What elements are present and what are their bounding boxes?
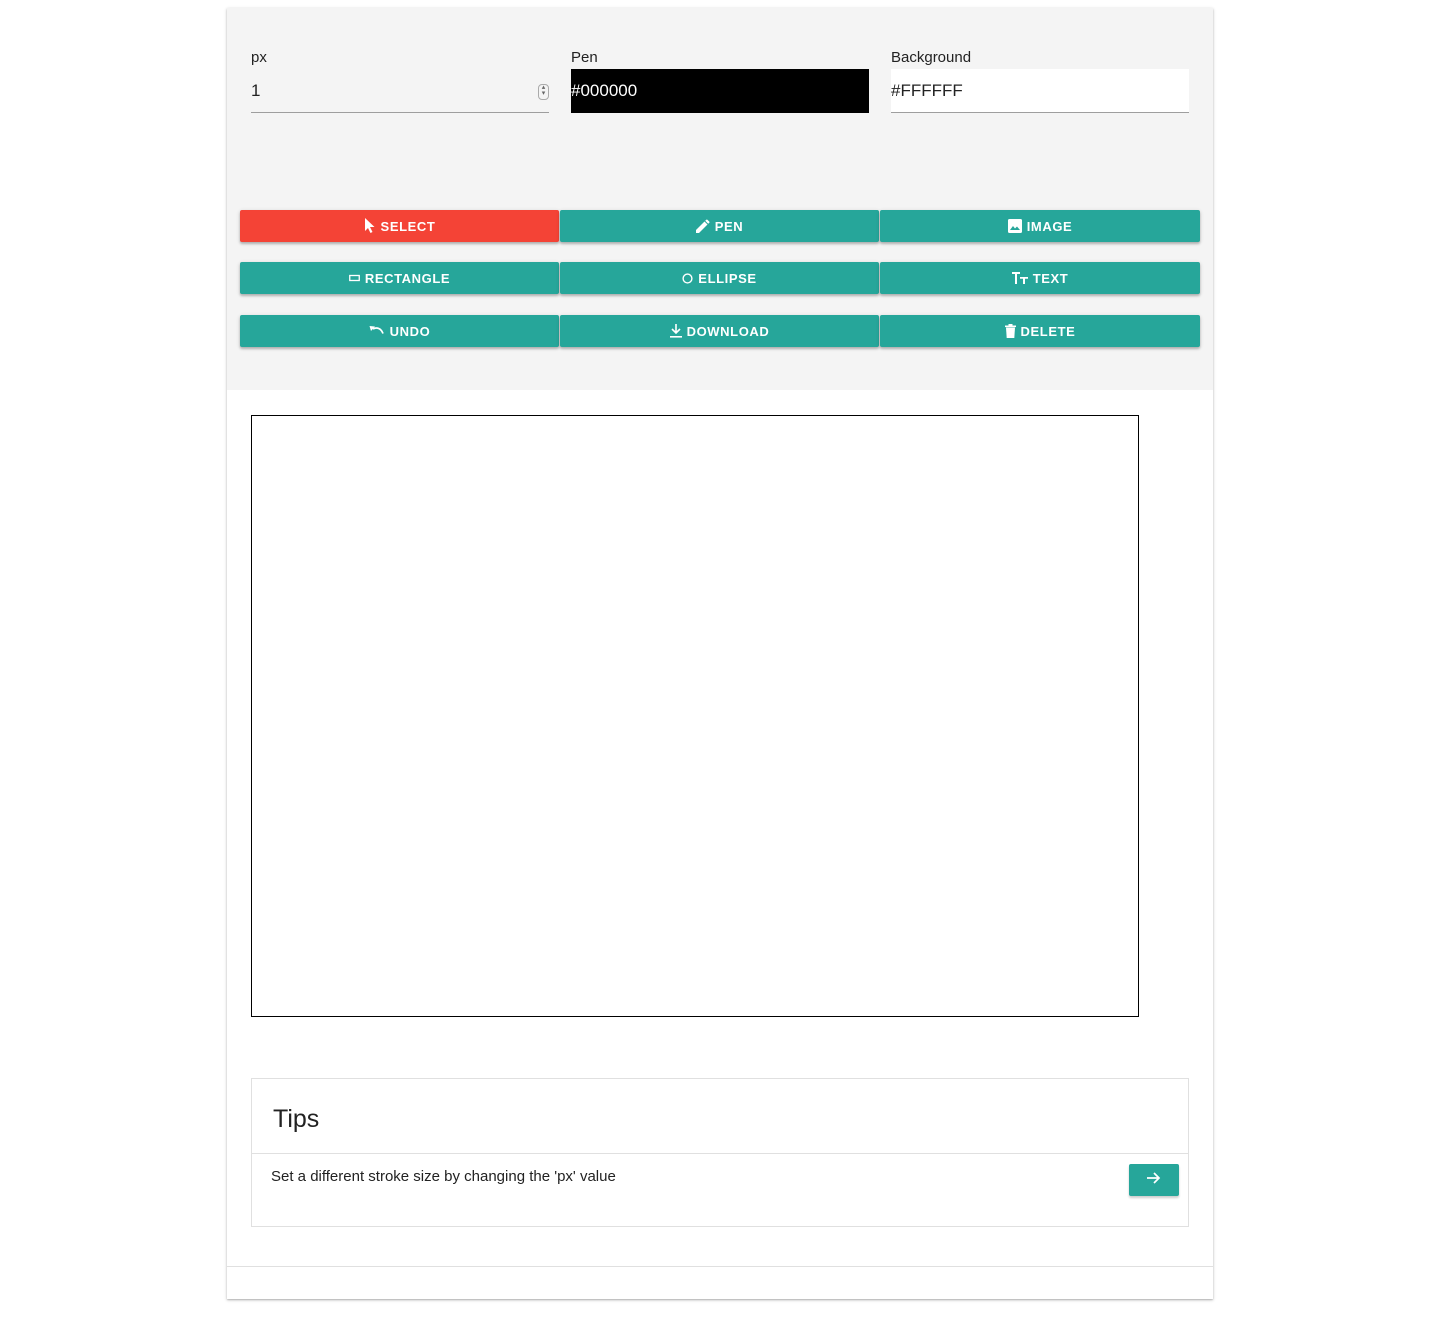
image-tool-button[interactable]: IMAGE bbox=[880, 210, 1200, 242]
tips-divider bbox=[252, 1153, 1188, 1154]
select-tool-label: SELECT bbox=[380, 218, 436, 234]
drawing-canvas[interactable] bbox=[251, 415, 1139, 1017]
ellipse-tool-label: ELLIPSE bbox=[698, 270, 757, 286]
tips-panel: Tips Set a different stroke size by chan… bbox=[251, 1078, 1189, 1227]
background-color-label: Background bbox=[891, 49, 972, 66]
text-size-icon bbox=[1011, 271, 1028, 285]
px-value: 1 bbox=[251, 81, 261, 100]
download-button[interactable]: DOWNLOAD bbox=[560, 315, 879, 347]
background-color-field: Background #FFFFFF bbox=[891, 48, 1189, 113]
download-label: DOWNLOAD bbox=[686, 323, 770, 339]
next-tip-button[interactable] bbox=[1129, 1164, 1179, 1196]
undo-icon bbox=[369, 325, 385, 337]
undo-label: UNDO bbox=[389, 323, 431, 339]
toolbar: px 1 ▴ ▾ Pen #000000 Background #FFFFFF S… bbox=[227, 8, 1213, 390]
tip-text: Set a different stroke size by changing … bbox=[271, 1168, 616, 1185]
sketch-card: px 1 ▴ ▾ Pen #000000 Background #FFFFFF S… bbox=[227, 8, 1213, 1299]
px-field: px 1 ▴ ▾ bbox=[251, 48, 549, 113]
rectangle-tool-label: RECTANGLE bbox=[364, 270, 451, 286]
ellipse-icon bbox=[682, 272, 693, 284]
pen-color-input[interactable]: #000000 bbox=[571, 69, 869, 113]
image-icon bbox=[1007, 219, 1022, 233]
pen-color-field: Pen #000000 bbox=[571, 48, 869, 113]
pencil-icon bbox=[695, 219, 710, 233]
pen-color-label: Pen bbox=[571, 49, 598, 66]
image-tool-label: IMAGE bbox=[1026, 218, 1073, 234]
download-icon bbox=[669, 324, 682, 338]
select-tool-button[interactable]: SELECT bbox=[240, 210, 559, 242]
cursor-icon bbox=[364, 218, 376, 234]
px-label: px bbox=[251, 49, 267, 66]
tips-title: Tips bbox=[273, 1105, 320, 1133]
px-stepper[interactable]: ▴ ▾ bbox=[538, 84, 549, 100]
text-tool-button[interactable]: TEXT bbox=[880, 262, 1200, 294]
px-input[interactable]: 1 ▴ ▾ bbox=[251, 69, 549, 113]
undo-button[interactable]: UNDO bbox=[240, 315, 559, 347]
pen-tool-button[interactable]: PEN bbox=[560, 210, 879, 242]
trash-icon bbox=[1004, 324, 1016, 338]
pen-tool-label: PEN bbox=[714, 218, 744, 234]
ellipse-tool-button[interactable]: ELLIPSE bbox=[560, 262, 879, 294]
pen-color-value: #000000 bbox=[571, 81, 638, 100]
footer-divider bbox=[227, 1266, 1213, 1267]
delete-label: DELETE bbox=[1020, 323, 1076, 339]
background-color-value: #FFFFFF bbox=[891, 81, 963, 100]
rectangle-icon bbox=[348, 274, 360, 282]
delete-button[interactable]: DELETE bbox=[880, 315, 1200, 347]
text-tool-label: TEXT bbox=[1032, 270, 1069, 286]
arrow-right-icon bbox=[1147, 1171, 1161, 1189]
background-color-input[interactable]: #FFFFFF bbox=[891, 69, 1189, 113]
rectangle-tool-button[interactable]: RECTANGLE bbox=[240, 262, 559, 294]
